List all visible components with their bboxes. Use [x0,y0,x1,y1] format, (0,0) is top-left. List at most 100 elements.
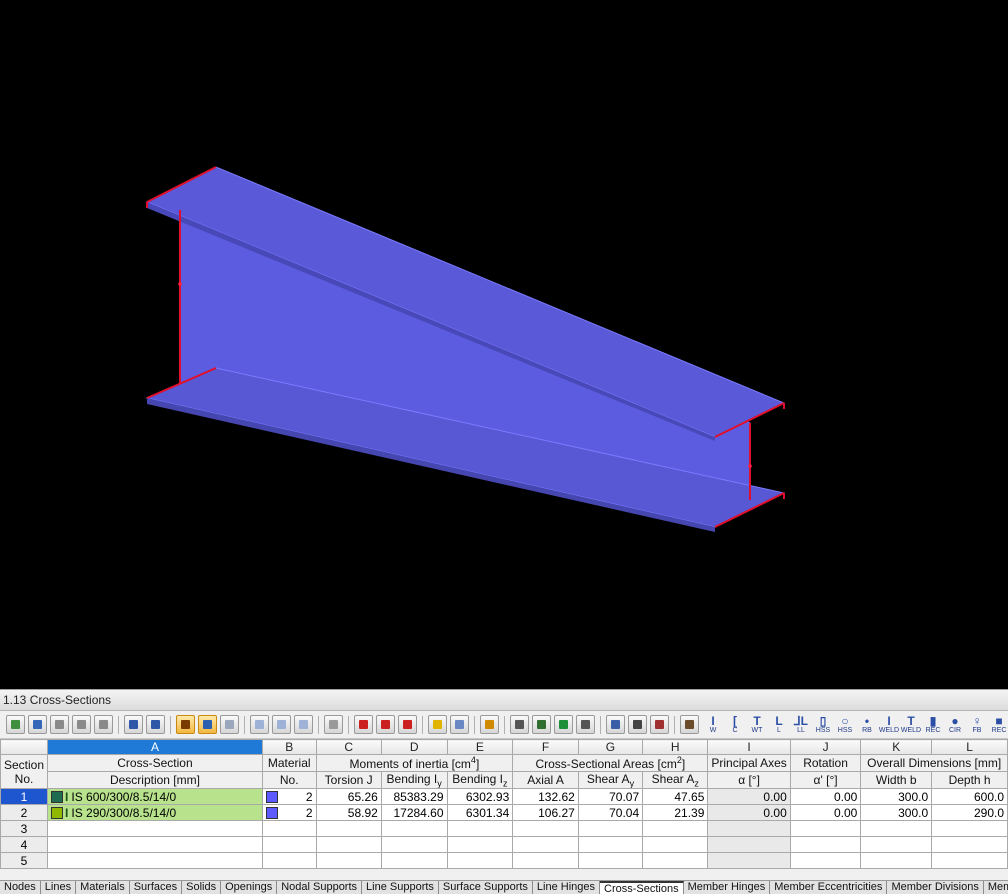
empty-cell[interactable] [446,836,514,854]
edit-icon[interactable] [480,715,499,734]
tab-solids[interactable]: Solids [182,881,222,894]
shape-button-2[interactable]: T WT [746,715,768,735]
empty-cell[interactable] [315,836,382,854]
column-letter-k[interactable]: K [860,739,933,755]
depth-cell[interactable]: 600.0 [931,788,1008,806]
refresh-icon[interactable] [220,715,239,734]
tab-materials[interactable]: Materials [76,881,130,894]
shape-button-13[interactable]: ■ REC [988,715,1008,735]
cross-section-description[interactable]: I IS 290/300/8.5/14/0 [47,804,263,822]
shear-y-cell[interactable]: 70.07 [577,788,644,806]
table-row[interactable]: 5 [0,852,1008,870]
torsion-cell[interactable]: 58.92 [315,804,382,822]
next-table-icon[interactable] [146,715,165,734]
insert-row-icon[interactable] [28,715,47,734]
formula-off-icon[interactable] [650,715,669,734]
shear-z-cell[interactable]: 47.65 [642,788,709,806]
sync-selection-icon[interactable] [198,715,217,734]
tab-nodes[interactable]: Nodes [0,881,41,894]
column-letter-d[interactable]: D [380,739,448,755]
shape-button-11[interactable]: ● CIR [944,715,966,735]
delete-icon[interactable] [354,715,373,734]
empty-cell[interactable] [931,852,1008,870]
view-filter-icon[interactable] [250,715,269,734]
table-row[interactable]: 1 I IS 600/300/8.5/14/0 2 65.26 85383.29 6302.… [0,788,1008,806]
material-cell[interactable]: 2 [261,804,317,822]
empty-cell[interactable] [47,820,263,838]
bending-z-cell[interactable]: 6301.34 [446,804,514,822]
torsion-cell[interactable]: 65.26 [315,788,382,806]
rotation-cell[interactable]: 0.00 [789,788,862,806]
empty-cell[interactable] [931,836,1008,854]
empty-cell[interactable] [446,852,514,870]
empty-cell[interactable] [315,820,382,838]
node-marker[interactable] [178,282,182,286]
calculator-icon[interactable] [576,715,595,734]
delete-row-icon[interactable] [94,715,113,734]
bending-z-cell[interactable]: 6302.93 [446,788,514,806]
empty-cell[interactable] [47,836,263,854]
row-number[interactable]: 2 [0,804,49,822]
shape-button-4[interactable]: ⅃L LL [790,715,812,735]
alpha-cell[interactable]: 0.00 [707,804,791,822]
table-color-icon[interactable] [428,715,447,734]
empty-cell[interactable] [512,820,579,838]
clear-icon[interactable] [324,715,343,734]
shape-button-12[interactable]: ♀ FB [966,715,988,735]
empty-cell[interactable] [261,836,317,854]
empty-cell[interactable] [707,820,791,838]
empty-cell[interactable] [512,836,579,854]
row-number[interactable]: 5 [0,852,49,870]
bending-y-cell[interactable]: 17284.60 [380,804,448,822]
empty-cell[interactable] [380,820,448,838]
table-row[interactable]: 2 I IS 290/300/8.5/14/0 2 58.92 17284.60 6301.… [0,804,1008,822]
tab-openings[interactable]: Openings [221,881,278,894]
cut-icon[interactable] [376,715,395,734]
column-letter-c[interactable]: C [315,739,382,755]
empty-cell[interactable] [512,852,579,870]
empty-cell[interactable] [789,852,862,870]
view-columns-icon[interactable] [294,715,313,734]
row-number[interactable]: 3 [0,820,49,838]
column-letter-i[interactable]: I [707,739,791,755]
print-icon[interactable] [510,715,529,734]
width-cell[interactable]: 300.0 [860,788,933,806]
empty-cell[interactable] [47,852,263,870]
formula-icon[interactable] [628,715,647,734]
shape-button-10[interactable]: ▮ REC [922,715,944,735]
tab-cross-sections[interactable]: Cross-Sections [600,881,684,894]
column-letter-a[interactable]: A [47,739,263,755]
empty-cell[interactable] [577,836,644,854]
empty-cell[interactable] [931,820,1008,838]
empty-cell[interactable] [446,820,514,838]
cross-section-description[interactable]: I IS 600/300/8.5/14/0 [47,788,263,806]
tab-line-supports[interactable]: Line Supports [362,881,439,894]
empty-cell[interactable] [860,836,933,854]
empty-cell[interactable] [380,852,448,870]
tab-member-hinges[interactable]: Member Hinges [684,881,771,894]
empty-cell[interactable] [261,852,317,870]
table-layout-icon[interactable] [450,715,469,734]
empty-cell[interactable] [707,852,791,870]
rename-icon[interactable] [606,715,625,734]
row-down-icon[interactable] [72,715,91,734]
empty-cell[interactable] [789,836,862,854]
material-cell[interactable]: 2 [261,788,317,806]
tab-line-hinges[interactable]: Line Hinges [533,881,601,894]
bending-y-cell[interactable]: 85383.29 [380,788,448,806]
empty-cell[interactable] [577,820,644,838]
view-sort-icon[interactable] [272,715,291,734]
empty-cell[interactable] [642,836,709,854]
column-letter-f[interactable]: F [512,739,579,755]
3d-viewport[interactable] [0,0,1008,689]
empty-cell[interactable] [642,852,709,870]
paste-icon[interactable] [398,715,417,734]
row-number[interactable]: 1 [0,788,49,806]
shape-button-6[interactable]: ○ HSS [834,715,856,735]
tapered-beam-model[interactable] [0,0,1008,689]
axial-cell[interactable]: 132.62 [512,788,579,806]
column-letter-g[interactable]: G [577,739,644,755]
table-row[interactable]: 3 [0,820,1008,838]
empty-cell[interactable] [261,820,317,838]
tab-lines[interactable]: Lines [41,881,77,894]
